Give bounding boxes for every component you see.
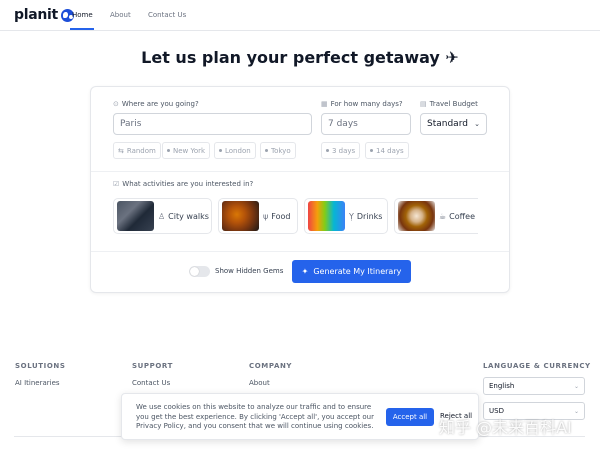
map-pin-icon: ⊙: [113, 100, 119, 108]
section-divider: [91, 251, 509, 252]
language-value: English: [489, 382, 515, 390]
activity-label: Food: [271, 211, 291, 221]
suggestion-label: 14 days: [376, 146, 404, 155]
accept-all-button[interactable]: Accept all: [386, 408, 434, 426]
shuffle-icon: ⇆: [118, 146, 124, 155]
footer-link-contact-us[interactable]: Contact Us: [132, 379, 170, 387]
activity-food[interactable]: ψ Food: [218, 198, 298, 234]
walking-icon: ♙: [158, 211, 166, 221]
activity-coffee[interactable]: ☕ Coffee: [394, 198, 478, 234]
fork-icon: ψ: [263, 211, 269, 221]
logo-text: planit: [14, 7, 58, 23]
watermark: 知乎 @未来百科AI: [439, 418, 572, 437]
suggestion-label: London: [225, 146, 251, 155]
generate-button-label: Generate My Itinerary: [313, 267, 402, 276]
dot-icon: [265, 149, 268, 152]
suggestion-label: Random: [126, 146, 156, 155]
suggestion-3-days[interactable]: 3 days: [321, 142, 361, 159]
generate-itinerary-button[interactable]: ✦ Generate My Itinerary: [292, 260, 411, 283]
suggestion-random[interactable]: ⇆ Random: [113, 142, 161, 159]
checkbox-icon: ☑: [113, 180, 120, 188]
destination-label: ⊙ Where are you going?: [113, 100, 199, 108]
sparkle-icon: ✦: [301, 267, 309, 276]
dot-icon: [370, 149, 373, 152]
budget-label: ▤ Travel Budget: [420, 100, 478, 108]
suggestion-label: Tokyo: [271, 146, 291, 155]
destination-input[interactable]: Paris: [113, 113, 312, 135]
coffee-icon: ☕: [439, 211, 447, 221]
suggestion-label: 3 days: [332, 146, 356, 155]
activities-label-text: What activities are you interested in?: [122, 180, 254, 188]
chevron-down-icon: ⌄: [573, 407, 579, 415]
days-label-text: For how many days?: [330, 100, 403, 108]
activity-label: City walks: [168, 211, 209, 221]
food-image: [222, 201, 259, 231]
nav-about[interactable]: About: [110, 11, 131, 19]
drinks-image: [308, 201, 345, 231]
footer-link-about[interactable]: About: [249, 379, 270, 387]
activity-drinks[interactable]: Ỵ Drinks: [304, 198, 388, 234]
activity-label: Coffee: [449, 211, 476, 221]
page-title: Let us plan your perfect getaway ✈: [141, 48, 459, 67]
cookie-text: We use cookies on this website to analyz…: [136, 403, 374, 430]
suggestion-label: New York: [173, 146, 206, 155]
chevron-down-icon: ⌄: [474, 120, 480, 128]
wallet-icon: ▤: [420, 100, 427, 108]
top-navbar: planit Home About Contact Us: [0, 0, 600, 31]
city-walks-image: [117, 201, 154, 231]
activity-label: Drinks: [356, 211, 383, 221]
footer-link-ai-itineraries[interactable]: AI Itineraries: [15, 379, 60, 387]
section-divider: [91, 171, 509, 172]
dot-icon: [167, 149, 170, 152]
suggestion-14-days[interactable]: 14 days: [365, 142, 409, 159]
footer-company-heading: COMPANY: [249, 362, 293, 370]
footer-language-heading: LANGUAGE & CURRENCY: [483, 362, 591, 370]
days-input[interactable]: 7 days: [321, 113, 411, 135]
dot-icon: [326, 149, 329, 152]
suggestion-new-york[interactable]: New York: [162, 142, 211, 159]
nav-contact-us[interactable]: Contact Us: [148, 11, 186, 19]
budget-label-text: Travel Budget: [429, 100, 478, 108]
days-label: ▦ For how many days?: [321, 100, 403, 108]
logo[interactable]: planit: [14, 7, 74, 23]
cocktail-icon: Ỵ: [349, 211, 354, 221]
active-nav-indicator: [70, 28, 94, 30]
chevron-down-icon: ⌄: [573, 382, 579, 390]
cookie-banner: We use cookies on this website to analyz…: [121, 393, 479, 440]
budget-select[interactable]: Standard ⌄: [420, 113, 487, 135]
suggestion-london[interactable]: London: [214, 142, 256, 159]
footer-support-heading: SUPPORT: [132, 362, 173, 370]
activities-label: ☑ What activities are you interested in?: [113, 180, 253, 188]
toggle-knob: [190, 267, 199, 276]
calendar-icon: ▦: [321, 100, 328, 108]
dot-icon: [219, 149, 222, 152]
footer-solutions-heading: SOLUTIONS: [15, 362, 66, 370]
destination-label-text: Where are you going?: [121, 100, 199, 108]
suggestion-tokyo[interactable]: Tokyo: [260, 142, 296, 159]
nav-home[interactable]: Home: [72, 11, 93, 19]
hidden-gems-label: Show Hidden Gems: [215, 267, 284, 275]
budget-value: Standard: [427, 119, 468, 129]
hidden-gems-toggle[interactable]: [189, 266, 210, 277]
coffee-image: [398, 201, 435, 231]
language-select[interactable]: English ⌄: [483, 377, 585, 395]
activity-city-walks[interactable]: ♙ City walks: [113, 198, 212, 234]
